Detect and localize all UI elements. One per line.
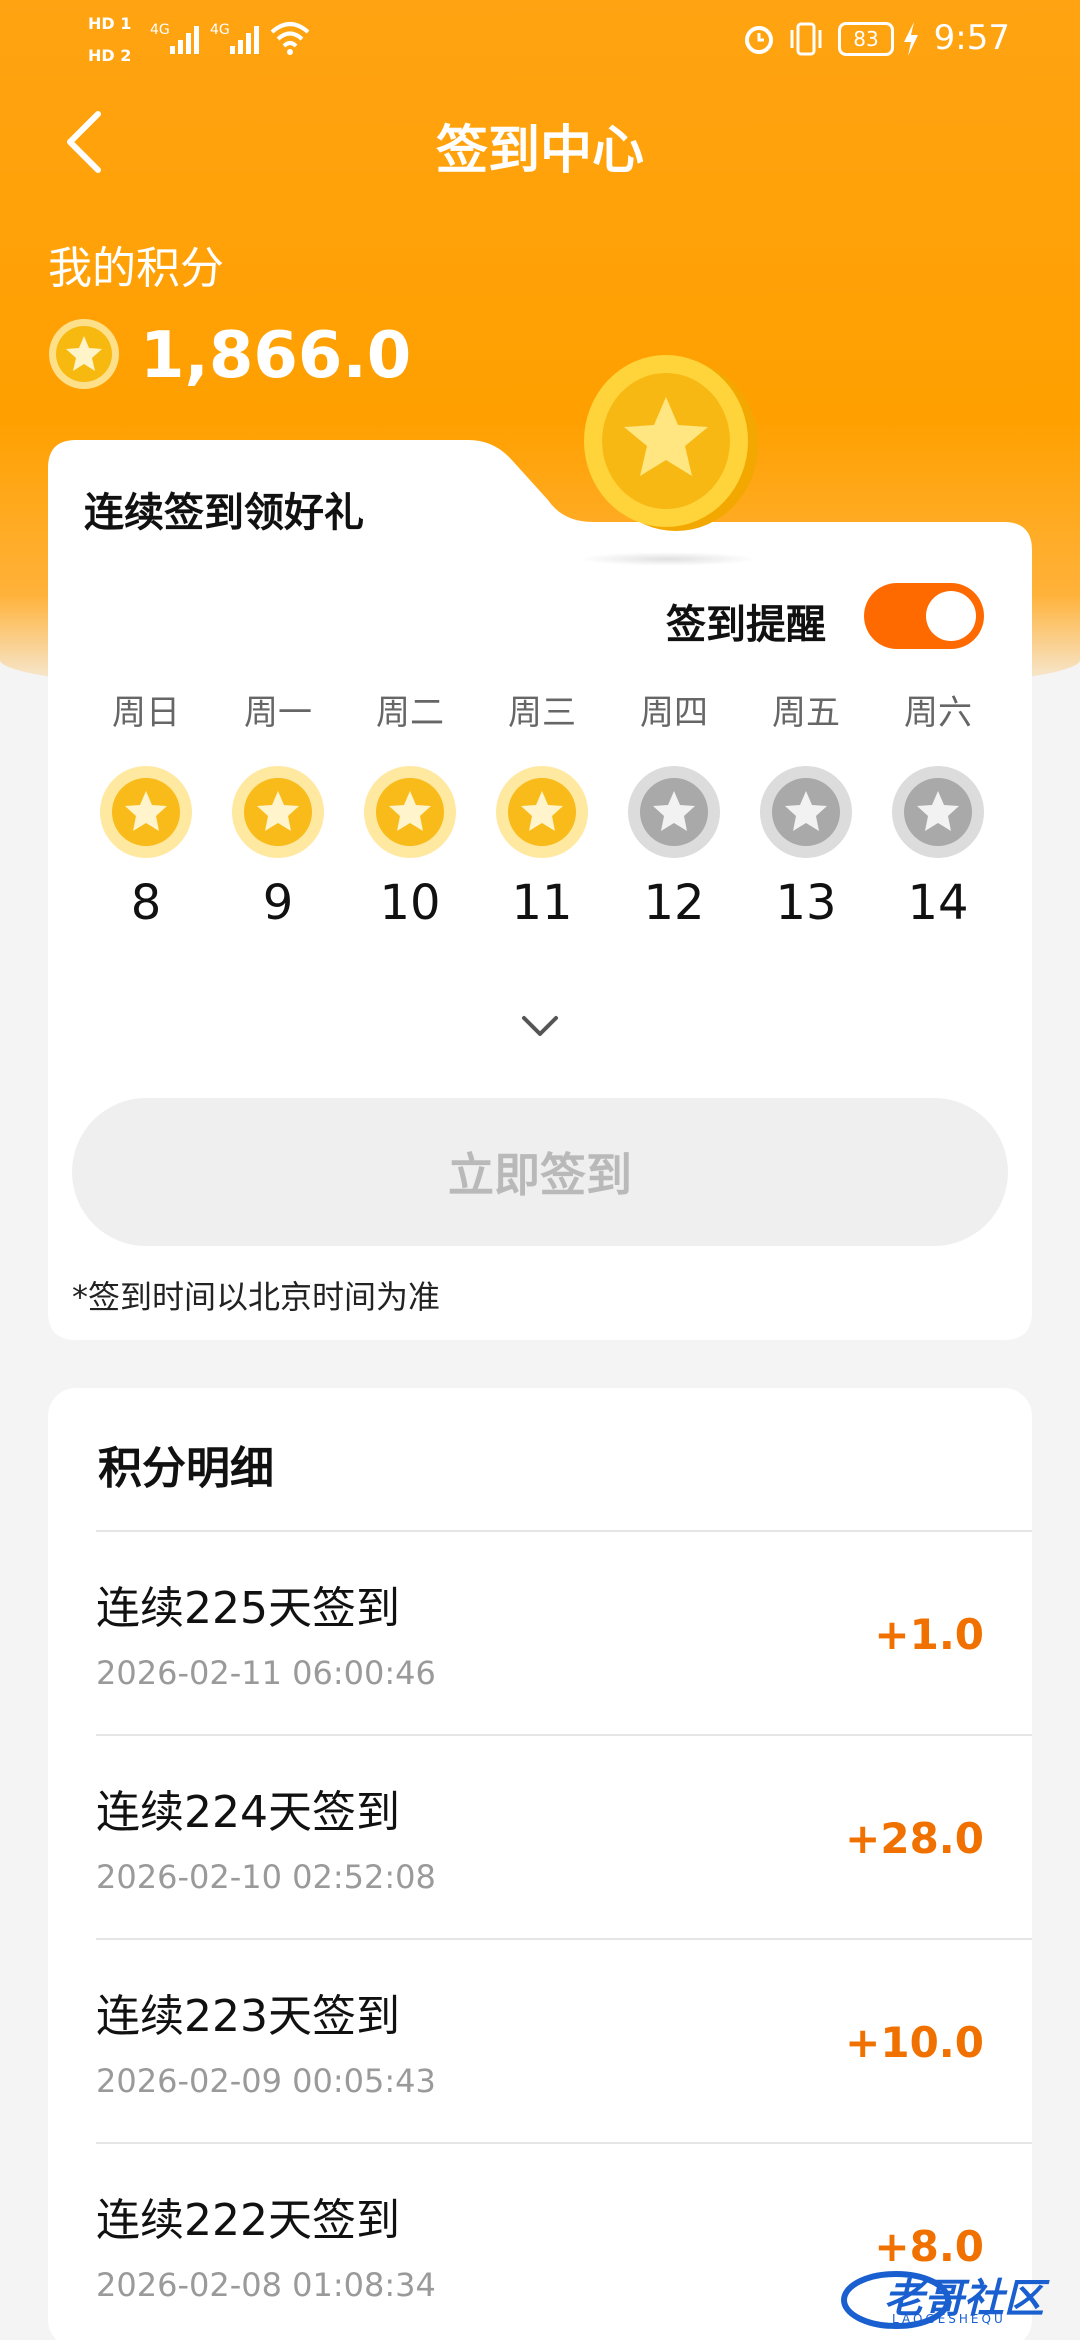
record-time: 2026-02-10 02:52:08 bbox=[96, 1858, 436, 1896]
day-name: 周三 bbox=[508, 693, 576, 733]
points-label: 我的积分 bbox=[48, 243, 224, 294]
record-time: 2026-02-11 06:00:46 bbox=[96, 1654, 436, 1692]
clock: 9:57 bbox=[933, 18, 1010, 58]
battery-indicator: 83 bbox=[838, 22, 894, 56]
points-details-card: 积分明细 连续225天签到 2026-02-11 06:00:46 +1.0 连… bbox=[48, 1388, 1032, 2340]
silver-coin-icon bbox=[760, 766, 852, 858]
reminder-toggle[interactable] bbox=[864, 583, 984, 649]
record-title: 连续223天签到 bbox=[96, 1991, 400, 2042]
record-row: 连续224天签到 2026-02-10 02:52:08 +28.0 bbox=[96, 1734, 1032, 1938]
record-time: 2026-02-09 00:05:43 bbox=[96, 2062, 436, 2100]
hd1-indicator: HD 1 bbox=[88, 14, 132, 33]
details-title: 积分明细 bbox=[98, 1443, 274, 1494]
toggle-knob bbox=[926, 591, 976, 641]
record-row: 连续225天签到 2026-02-11 06:00:46 +1.0 bbox=[96, 1530, 1032, 1734]
card-title: 连续签到领好礼 bbox=[84, 490, 364, 536]
record-row: 连续223天签到 2026-02-09 00:05:43 +10.0 bbox=[96, 1938, 1032, 2142]
record-amount: +1.0 bbox=[874, 1610, 984, 1659]
day-date: 8 bbox=[130, 875, 162, 931]
watermark-sub: LAOGESHEQU bbox=[892, 2312, 1006, 2326]
points-value: 1,866.0 bbox=[140, 319, 412, 393]
day-item: 周三 11 bbox=[476, 685, 608, 931]
reminder-label: 签到提醒 bbox=[666, 602, 826, 648]
day-name: 周一 bbox=[244, 693, 312, 733]
signal-icon: 4G bbox=[210, 22, 259, 54]
vibrate-icon bbox=[790, 22, 822, 56]
day-date: 13 bbox=[775, 875, 837, 931]
record-title: 连续225天签到 bbox=[96, 1583, 400, 1634]
coin-icon bbox=[49, 319, 119, 389]
day-date: 11 bbox=[511, 875, 573, 931]
coin-shadow bbox=[578, 552, 758, 566]
day-name: 周六 bbox=[904, 693, 972, 733]
record-title: 连续224天签到 bbox=[96, 1787, 400, 1838]
day-item: 周二 10 bbox=[344, 685, 476, 931]
gold-coin-icon bbox=[232, 766, 324, 858]
day-name: 周五 bbox=[772, 693, 840, 733]
alarm-icon bbox=[745, 26, 773, 54]
day-item: 周四 12 bbox=[608, 685, 740, 931]
silver-coin-icon bbox=[892, 766, 984, 858]
big-coin-icon bbox=[584, 355, 758, 531]
hd2-indicator: HD 2 bbox=[88, 46, 132, 65]
day-date: 10 bbox=[379, 875, 441, 931]
watermark-logo: 老哥社区 LAOGESHEQU bbox=[836, 2262, 1066, 2332]
silver-coin-icon bbox=[628, 766, 720, 858]
record-title: 连续222天签到 bbox=[96, 2195, 400, 2246]
page-title: 签到中心 bbox=[435, 121, 644, 181]
day-item: 周一 9 bbox=[212, 685, 344, 931]
record-amount: +10.0 bbox=[845, 2018, 984, 2067]
record-time: 2026-02-08 01:08:34 bbox=[96, 2266, 436, 2304]
day-date: 14 bbox=[907, 875, 969, 931]
record-amount: +28.0 bbox=[845, 1814, 984, 1863]
day-name: 周四 bbox=[640, 693, 708, 733]
day-date: 12 bbox=[643, 875, 705, 931]
day-item: 周五 13 bbox=[740, 685, 872, 931]
wifi-icon bbox=[270, 22, 310, 55]
gold-coin-icon bbox=[496, 766, 588, 858]
gold-coin-icon bbox=[364, 766, 456, 858]
day-item: 周日 8 bbox=[80, 685, 212, 931]
expand-chevron-icon[interactable] bbox=[520, 1012, 560, 1040]
charging-icon bbox=[904, 22, 918, 56]
signal-icon: 4G bbox=[150, 22, 199, 54]
signin-button[interactable]: 立即签到 bbox=[72, 1098, 1008, 1246]
signin-card: 连续签到领好礼 签到提醒 周日 8 周一 9 周二 10 周三 11 周四 12… bbox=[48, 355, 1032, 1340]
timezone-note: *签到时间以北京时间为准 bbox=[72, 1278, 441, 1316]
status-bar: HD 1 HD 2 4G 4G 83 9:57 bbox=[0, 0, 1080, 80]
gold-coin-icon bbox=[100, 766, 192, 858]
day-name: 周日 bbox=[112, 693, 180, 733]
signal2-label: 4G bbox=[210, 22, 230, 38]
day-name: 周二 bbox=[376, 693, 444, 733]
day-item: 周六 14 bbox=[872, 685, 1004, 931]
day-date: 9 bbox=[262, 875, 294, 931]
signal1-label: 4G bbox=[150, 22, 170, 38]
